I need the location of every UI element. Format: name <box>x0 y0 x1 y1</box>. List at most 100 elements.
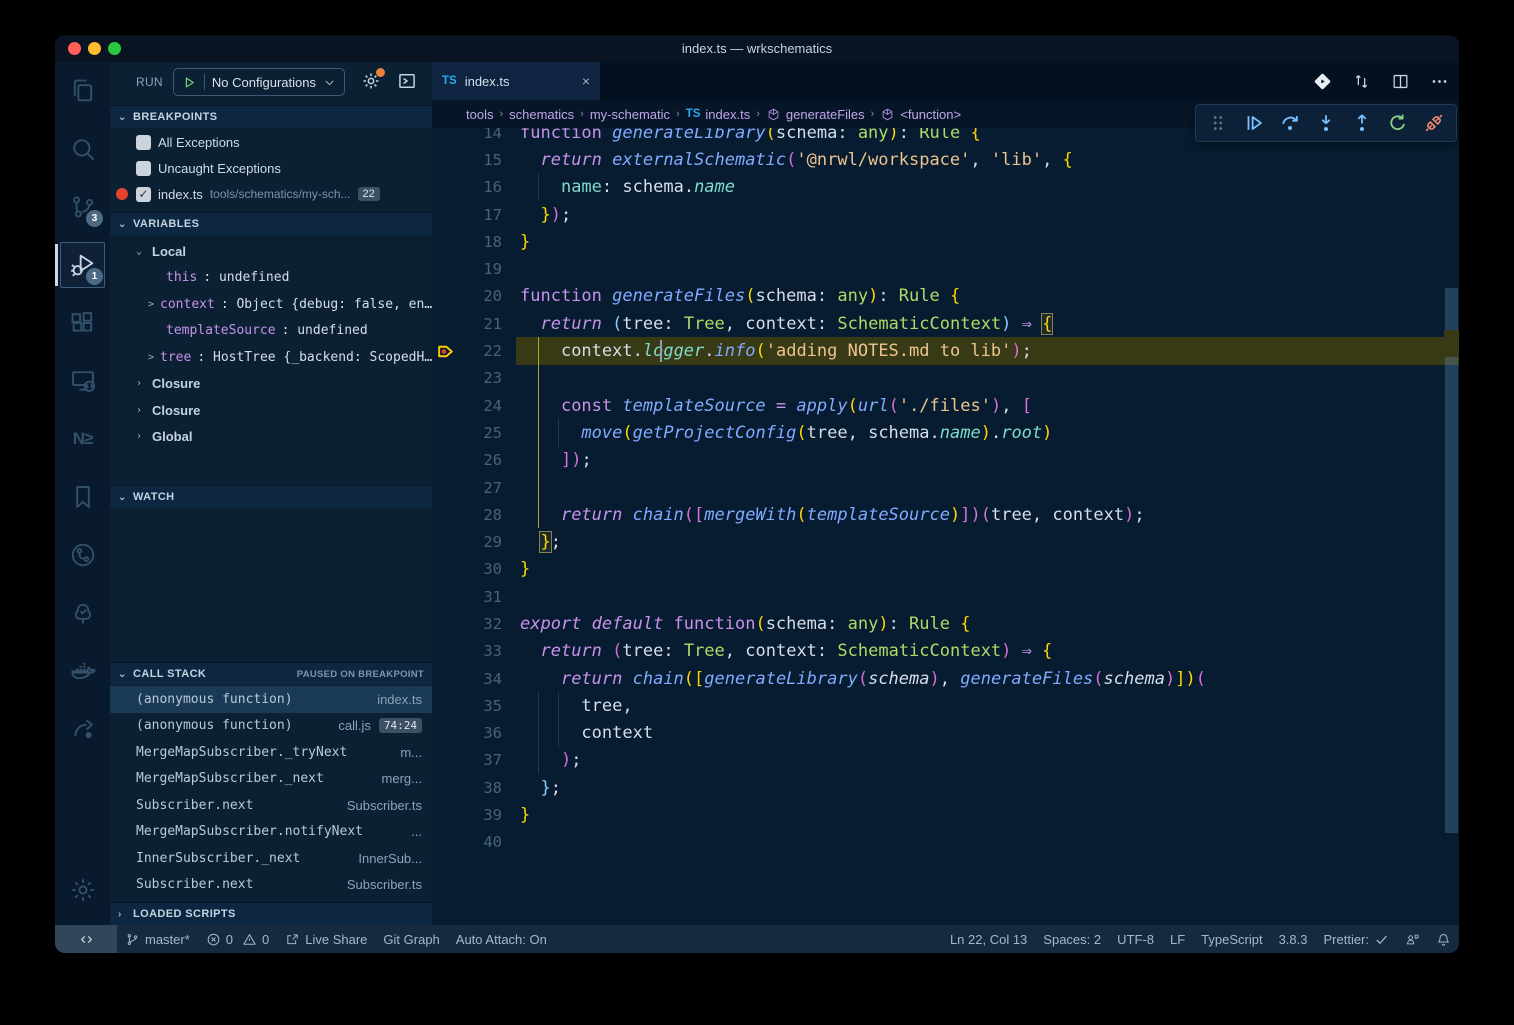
call-stack-frame[interactable]: MergeMapSubscriber._nextmerg... <box>110 766 432 793</box>
call-stack-frame[interactable]: Subscriber.nextSubscriber.ts <box>110 792 432 819</box>
title-bar[interactable]: index.ts — wrkschematics <box>55 35 1459 62</box>
code-line-16[interactable]: 16 name: schema.name <box>432 174 1459 201</box>
start-debug-icon[interactable] <box>182 75 197 90</box>
debug-settings-button[interactable] <box>361 71 381 94</box>
breakpoints-section-header[interactable]: ⌄BREAKPOINTS <box>110 105 432 128</box>
breadcrumb-item[interactable]: tools <box>466 107 493 122</box>
restart-icon[interactable] <box>1387 112 1409 134</box>
minimize-window-button[interactable] <box>88 42 101 55</box>
code-line-22[interactable]: 22 context.logger.info('adding NOTES.md … <box>432 337 1459 364</box>
editor-scrollbar[interactable] <box>1444 128 1459 925</box>
code-line-31[interactable]: 31 <box>432 583 1459 610</box>
launch-configuration-dropdown[interactable]: No Configurations <box>173 68 345 96</box>
code-line-15[interactable]: 15 return externalSchematic('@nrwl/works… <box>432 146 1459 173</box>
code-line-25[interactable]: 25 move(getProjectConfig(tree, schema.na… <box>432 419 1459 446</box>
status-git-branch[interactable]: master* <box>117 925 198 953</box>
call-stack-frame[interactable]: (anonymous function)call.js74:24 <box>110 713 432 740</box>
status-ts-version[interactable]: 3.8.3 <box>1271 925 1316 953</box>
breadcrumb-item[interactable]: generateFiles <box>766 107 865 122</box>
status-eol[interactable]: LF <box>1162 925 1193 953</box>
activity-settings-gear-icon[interactable] <box>55 861 110 919</box>
status-problems[interactable]: 00 <box>198 925 277 953</box>
breakpoint-item[interactable]: Uncaught Exceptions <box>110 155 432 181</box>
status-encoding[interactable]: UTF-8 <box>1109 925 1162 953</box>
status-indentation[interactable]: Spaces: 2 <box>1035 925 1109 953</box>
step-into-icon[interactable] <box>1315 112 1337 134</box>
variables-scope[interactable]: ›Closure <box>110 397 432 424</box>
step-out-icon[interactable] <box>1351 112 1373 134</box>
breadcrumb-item[interactable]: schematics <box>509 107 574 122</box>
code-line-26[interactable]: 26 ]); <box>432 447 1459 474</box>
activity-extensions-icon[interactable] <box>55 294 110 352</box>
status-cursor-position[interactable]: Ln 22, Col 13 <box>942 925 1035 953</box>
code-line-19[interactable]: 19 <box>432 255 1459 282</box>
code-line-38[interactable]: 38 }; <box>432 774 1459 801</box>
code-line-35[interactable]: 35 tree, <box>432 692 1459 719</box>
activity-share-icon[interactable] <box>55 700 110 758</box>
code-line-24[interactable]: 24 const templateSource = apply(url('./f… <box>432 392 1459 419</box>
breakpoint-item[interactable]: ✓index.tstools/schematics/my-sch...22 <box>110 181 432 207</box>
code-line-32[interactable]: 32export default function(schema: any): … <box>432 610 1459 637</box>
code-line-27[interactable]: 27 <box>432 474 1459 501</box>
open-changes-icon[interactable] <box>1313 72 1332 91</box>
status-live-share[interactable]: Live Share <box>277 925 375 953</box>
more-actions-icon[interactable] <box>1430 72 1449 91</box>
activity-run-debug-icon[interactable]: 1 <box>55 236 110 294</box>
call-stack-frame[interactable]: Subscriber.nextSubscriber.ts <box>110 872 432 899</box>
status-remote-indicator[interactable] <box>55 925 117 953</box>
debug-paused-breakpoint-icon[interactable] <box>436 342 455 361</box>
call-stack-section-header[interactable]: ⌄CALL STACK PAUSED ON BREAKPOINT <box>110 662 432 685</box>
step-over-icon[interactable] <box>1279 112 1301 134</box>
activity-test-tree-icon[interactable] <box>55 584 110 642</box>
variable-item[interactable]: this: undefined <box>110 265 432 292</box>
code-line-34[interactable]: 34 return chain([generateLibrary(schema)… <box>432 665 1459 692</box>
tab-index-ts[interactable]: TS index.ts × <box>432 62 600 100</box>
status-feedback[interactable] <box>1397 925 1428 953</box>
watch-section-header[interactable]: ⌄WATCH <box>110 485 432 508</box>
breakpoint-checkbox[interactable] <box>136 161 151 176</box>
drag-grip-icon[interactable] <box>1207 112 1229 134</box>
variables-scope[interactable]: ›Global <box>110 424 432 451</box>
code-line-37[interactable]: 37 ); <box>432 747 1459 774</box>
breadcrumb-item[interactable]: <function> <box>880 107 961 122</box>
code-line-20[interactable]: 20function generateFiles(schema: any): R… <box>432 283 1459 310</box>
status-language-mode[interactable]: TypeScript <box>1193 925 1270 953</box>
activity-bookmarks-icon[interactable] <box>55 468 110 526</box>
code-line-23[interactable]: 23 <box>432 365 1459 392</box>
close-window-button[interactable] <box>68 42 81 55</box>
variables-scope[interactable]: ›Closure <box>110 371 432 398</box>
disconnect-icon[interactable] <box>1423 112 1445 134</box>
activity-docker-icon[interactable] <box>55 642 110 700</box>
call-stack-frame[interactable]: MergeMapSubscriber._tryNextm... <box>110 739 432 766</box>
code-line-30[interactable]: 30} <box>432 556 1459 583</box>
code-line-40[interactable]: 40 <box>432 829 1459 856</box>
code-line-17[interactable]: 17 }); <box>432 201 1459 228</box>
variable-item[interactable]: templateSource: undefined <box>110 318 432 345</box>
debug-console-button[interactable] <box>397 71 417 94</box>
code-line-18[interactable]: 18} <box>432 228 1459 255</box>
split-editor-icon[interactable] <box>1391 72 1410 91</box>
scrollbar-thumb[interactable] <box>1445 288 1458 833</box>
code-line-21[interactable]: 21 return (tree: Tree, context: Schemati… <box>432 310 1459 337</box>
call-stack-frame[interactable]: MergeMapSubscriber.notifyNext... <box>110 819 432 846</box>
activity-nx-console-icon[interactable]: N≥ <box>55 410 110 468</box>
status-notifications[interactable] <box>1428 925 1459 953</box>
activity-remote-explorer-icon[interactable] <box>55 352 110 410</box>
code-editor[interactable]: 14function generateLibrary(schema: any):… <box>432 128 1459 925</box>
breakpoint-checkbox[interactable] <box>136 135 151 150</box>
loaded-scripts-section-header[interactable]: ›LOADED SCRIPTS <box>110 902 432 925</box>
call-stack-frame[interactable]: InnerSubscriber._nextInnerSub... <box>110 845 432 872</box>
code-line-36[interactable]: 36 context <box>432 720 1459 747</box>
variables-scope[interactable]: ⌄Local <box>110 238 432 265</box>
code-line-28[interactable]: 28 return chain([mergeWith(templateSourc… <box>432 501 1459 528</box>
status-prettier[interactable]: Prettier: <box>1315 925 1397 953</box>
status-git-graph[interactable]: Git Graph <box>375 925 447 953</box>
variable-item[interactable]: >tree: HostTree {_backend: ScopedH… <box>110 344 432 371</box>
breadcrumb-item[interactable]: TSindex.ts <box>686 107 751 122</box>
activity-git-graph-icon[interactable] <box>55 526 110 584</box>
code-line-33[interactable]: 33 return (tree: Tree, context: Schemati… <box>432 638 1459 665</box>
code-line-29[interactable]: 29 }; <box>432 528 1459 555</box>
breakpoint-checkbox[interactable]: ✓ <box>136 187 151 202</box>
call-stack-frame[interactable]: (anonymous function)index.ts <box>110 686 432 713</box>
zoom-window-button[interactable] <box>108 42 121 55</box>
